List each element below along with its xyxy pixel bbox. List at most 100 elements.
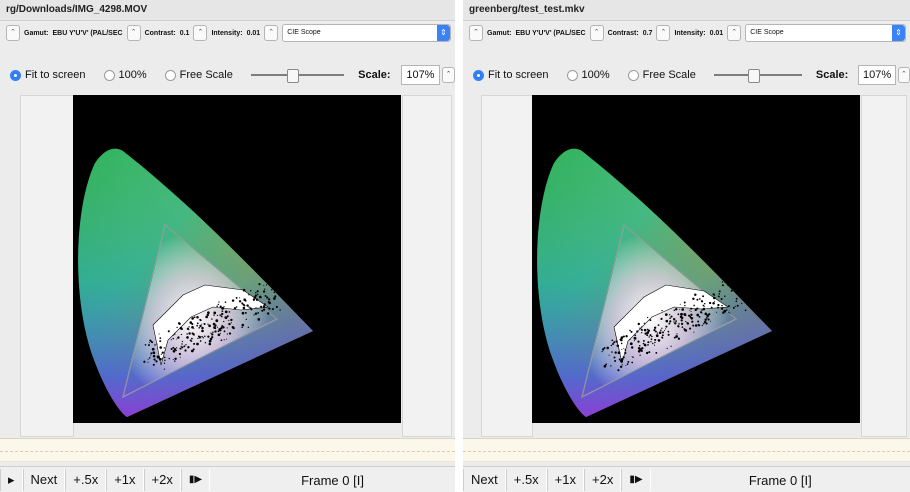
fit-to-screen-label: Fit to screen xyxy=(25,69,86,81)
scope-speckle xyxy=(684,313,687,317)
scope-speckle xyxy=(221,325,224,328)
intensity-stepper-icon[interactable]: ⌃ xyxy=(264,25,279,41)
gamut-value[interactable]: EBU Y'U'V' (PAL/SEC xyxy=(53,30,123,37)
scale-controls-row: Fit to screen 100% Free Scale Scale: 107… xyxy=(463,62,910,88)
scale-100-radio[interactable] xyxy=(103,69,115,81)
scope-speckle xyxy=(179,326,183,330)
timeline-strip[interactable] xyxy=(0,438,455,462)
intensity-value[interactable]: 0.01 xyxy=(247,30,261,37)
gamut-value[interactable]: EBU Y'U'V' (PAL/SEC xyxy=(516,30,586,37)
contrast-stepper-icon[interactable]: ⌃ xyxy=(656,25,671,41)
scope-speckle xyxy=(226,327,228,329)
scope-speckle xyxy=(736,304,739,307)
scale-value-field[interactable]: 107% xyxy=(400,65,441,85)
speed-two-button[interactable]: +2x xyxy=(143,469,181,491)
scale-stepper-icon[interactable]: ⌃ xyxy=(897,67,910,83)
next-button[interactable]: Next xyxy=(463,469,506,491)
scope-speckle xyxy=(148,344,150,347)
scope-speckle xyxy=(734,305,736,307)
scale-slider-thumb[interactable] xyxy=(747,69,760,83)
scope-speckle xyxy=(274,295,277,298)
speed-one-button[interactable]: +1x xyxy=(106,469,144,491)
stepper-icon[interactable]: ⌃ xyxy=(469,25,483,41)
scope-speckle xyxy=(201,323,203,325)
free-scale-radio[interactable] xyxy=(627,69,639,81)
scale-slider[interactable] xyxy=(713,68,802,83)
scope-speckle xyxy=(677,313,680,316)
scope-speckle xyxy=(208,324,211,328)
play-step-icon[interactable]: ▮▶ xyxy=(621,469,651,491)
fit-to-screen-radio[interactable] xyxy=(473,69,484,81)
speed-two-button[interactable]: +2x xyxy=(584,469,622,491)
scope-speckle xyxy=(690,307,693,310)
scope-speckle xyxy=(204,341,207,344)
scope-speckle xyxy=(248,306,250,308)
previous-arrow-icon[interactable]: ▸ xyxy=(0,469,23,491)
free-scale-radio[interactable] xyxy=(164,69,176,81)
scope-speckle xyxy=(211,333,214,336)
scope-speckle xyxy=(687,314,691,317)
scope-speckle xyxy=(238,300,242,303)
speed-one-button[interactable]: +1x xyxy=(546,469,584,491)
free-scale-option[interactable]: Free Scale xyxy=(164,69,233,81)
scope-speckle xyxy=(159,346,163,349)
stepper-icon[interactable]: ⌃ xyxy=(6,25,20,41)
scope-speckle xyxy=(143,360,146,363)
timeline-strip[interactable] xyxy=(463,438,910,462)
intensity-stepper-icon[interactable]: ⌃ xyxy=(727,25,742,41)
scale-slider[interactable] xyxy=(250,68,345,83)
dropdown-arrow-icon[interactable]: ⇕ xyxy=(437,25,450,41)
intensity-value[interactable]: 0.01 xyxy=(710,30,724,37)
speed-half-button[interactable]: +.5x xyxy=(505,469,547,491)
scope-speckle xyxy=(261,309,264,312)
scope-type-select[interactable]: CIE Scope ⇕ xyxy=(745,24,906,42)
scope-speckle xyxy=(208,342,212,346)
scope-speckle xyxy=(230,322,232,324)
scope-speckle xyxy=(198,336,202,339)
scope-speckle xyxy=(170,348,173,350)
gamut-stepper-icon[interactable]: ⌃ xyxy=(126,25,141,41)
scale-stepper-icon[interactable]: ⌃ xyxy=(442,67,455,83)
scope-speckle xyxy=(188,332,191,335)
fit-to-screen-option[interactable]: Fit to screen xyxy=(473,69,549,81)
scale-slider-thumb[interactable] xyxy=(286,69,299,83)
scope-speckle xyxy=(717,306,719,309)
scope-speckle xyxy=(615,340,618,343)
scope-speckle xyxy=(193,328,195,330)
contrast-stepper-icon[interactable]: ⌃ xyxy=(193,25,208,41)
scale-value-field[interactable]: 107% xyxy=(858,65,896,85)
contrast-label: Contrast: xyxy=(607,29,639,37)
scope-speckle xyxy=(191,325,194,329)
gamut-label: Gamut: xyxy=(24,29,49,37)
speed-half-button[interactable]: +.5x xyxy=(65,469,107,491)
scope-speckle xyxy=(716,311,718,313)
next-button[interactable]: Next xyxy=(22,469,66,491)
fit-to-screen-radio[interactable] xyxy=(10,69,21,81)
contrast-value[interactable]: 0.1 xyxy=(180,30,190,37)
free-scale-option[interactable]: Free Scale xyxy=(627,69,696,81)
scope-speckle xyxy=(282,288,284,290)
scale-100-option[interactable]: 100% xyxy=(566,69,610,81)
scope-speckle xyxy=(196,342,199,346)
scope-speckle xyxy=(617,369,620,372)
play-step-icon[interactable]: ▮▶ xyxy=(180,469,211,491)
scope-type-select[interactable]: CIE Scope ⇕ xyxy=(282,24,451,42)
scope-speckle xyxy=(603,346,606,349)
dropdown-arrow-icon[interactable]: ⇕ xyxy=(892,25,905,41)
left-side-panel xyxy=(481,95,533,437)
scope-speckle xyxy=(159,340,162,343)
scope-speckle xyxy=(624,352,627,354)
scope-speckle xyxy=(690,313,693,317)
fit-to-screen-option[interactable]: Fit to screen xyxy=(10,69,86,81)
scope-speckle xyxy=(689,309,691,311)
gamut-stepper-icon[interactable]: ⌃ xyxy=(589,25,604,41)
scope-speckle xyxy=(156,343,158,345)
scope-speckle xyxy=(235,306,238,308)
scale-100-option[interactable]: 100% xyxy=(103,69,147,81)
contrast-value[interactable]: 0.7 xyxy=(643,30,653,37)
scale-100-radio[interactable] xyxy=(566,69,578,81)
scope-speckle xyxy=(178,352,182,356)
scope-speckle xyxy=(696,307,699,310)
scope-speckle xyxy=(173,333,176,335)
panel-gutter xyxy=(455,0,463,492)
